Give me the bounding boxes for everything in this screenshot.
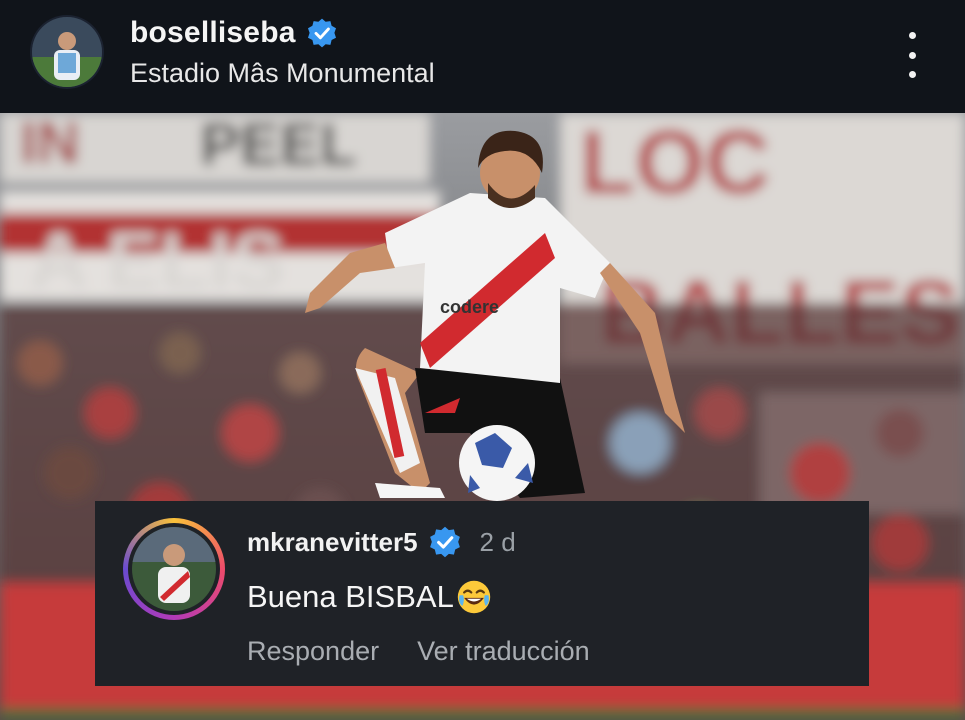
more-options-icon[interactable]: [896, 32, 928, 78]
comment-username[interactable]: mkranevitter5: [247, 527, 418, 558]
avatar-image: [32, 17, 102, 87]
svg-text:PEEL: PEEL: [200, 113, 357, 178]
svg-text:LOC: LOC: [580, 113, 770, 213]
verified-badge-icon: [429, 526, 460, 558]
comment-body: Buena BISBAL: [247, 579, 492, 615]
comment-text: Buena BISBAL: [247, 579, 454, 614]
comment-timestamp: 2 d: [479, 526, 516, 557]
reply-button[interactable]: Responder: [247, 636, 379, 667]
comment-actions: Responder Ver traducción: [247, 636, 590, 667]
comment-card: mkranevitter5 2 d Buena BISBAL Responder…: [95, 501, 869, 686]
translate-button[interactable]: Ver traducción: [417, 636, 590, 667]
verified-badge-icon: [307, 18, 336, 48]
post-username[interactable]: boselliseba: [130, 16, 296, 50]
commenter-avatar[interactable]: [123, 518, 225, 620]
profile-avatar[interactable]: [32, 17, 102, 87]
svg-text:IN: IN: [20, 113, 80, 176]
post-location[interactable]: Estadio Mâs Monumental: [130, 58, 435, 89]
laughing-emoji-icon: [457, 580, 491, 614]
svg-text:codere: codere: [440, 297, 499, 317]
commenter-avatar-image: [132, 527, 216, 611]
post-header: boselliseba Estadio Mâs Monumental: [0, 0, 965, 113]
svg-text:A ELIS: A ELIS: [30, 216, 285, 305]
